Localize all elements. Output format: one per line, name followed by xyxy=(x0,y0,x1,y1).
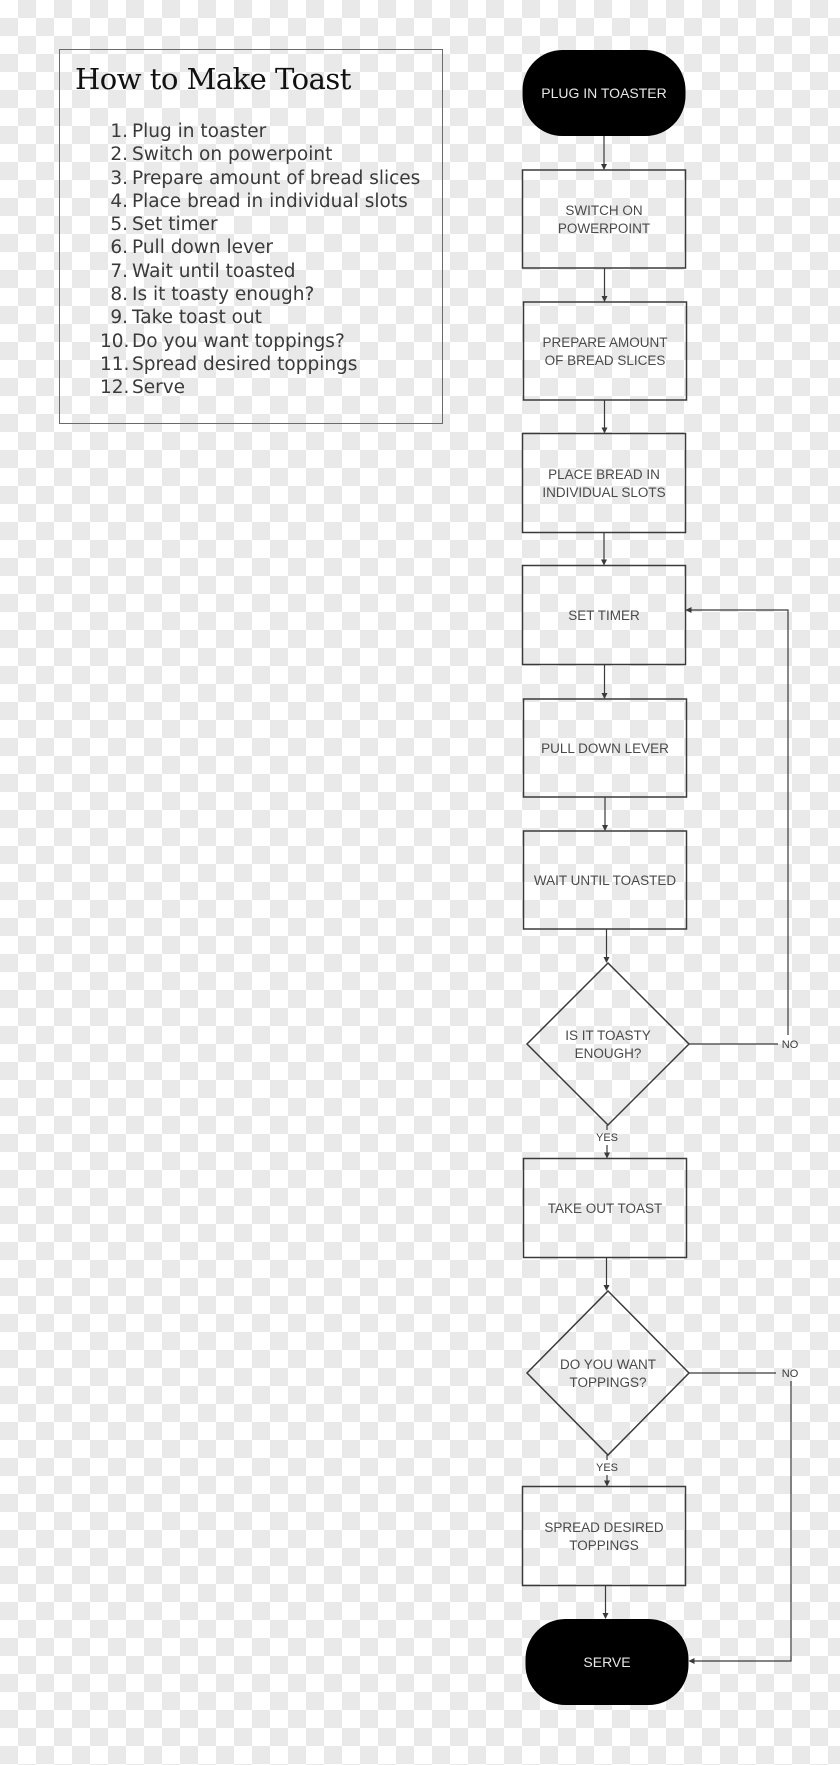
flow-node-label: ENOUGH? xyxy=(575,1046,642,1061)
flow-node-switch-on-powerpoint: SWITCH ON POWERPOINT xyxy=(521,169,687,269)
process-shape xyxy=(521,169,687,269)
flow-node-label: TOPPINGS xyxy=(569,1538,639,1553)
flow-node-set-timer: SET TIMER xyxy=(521,564,687,666)
flow-node-label: PULL DOWN LEVER xyxy=(541,741,669,756)
flow-node-label: SWITCH ON xyxy=(565,203,642,218)
flow-node-prepare-bread: PREPARE AMOUNT OF BREAD SLICES xyxy=(522,301,688,401)
process-shape xyxy=(522,301,688,401)
flow-node-serve: SERVE xyxy=(525,1619,689,1705)
flowchart: PLUG IN TOASTER SWITCH ON POWERPOINT PREPAR… xyxy=(521,50,799,1705)
edge-labels-layer: YES NO YES NO xyxy=(596,1039,799,1474)
flow-node-label: PLACE BREAD IN xyxy=(548,467,660,482)
edge-label-no: NO xyxy=(782,1368,799,1380)
flow-node-label: PREPARE AMOUNT xyxy=(542,335,667,350)
flow-node-label: TAKE OUT TOAST xyxy=(548,1201,663,1216)
flow-node-wait-until-toasted: WAIT UNTIL TOASTED xyxy=(522,830,688,930)
flow-node-label: SET TIMER xyxy=(568,608,640,623)
edge-loop-to-set-timer xyxy=(685,607,789,1035)
edge-label-yes: YES xyxy=(596,1462,618,1474)
flow-node-label: DO YOU WANT xyxy=(560,1357,656,1372)
flow-node-label: INDIVIDUAL SLOTS xyxy=(542,485,665,500)
flow-node-label: WAIT UNTIL TOASTED xyxy=(534,873,677,888)
flow-node-label: SERVE xyxy=(583,1654,630,1670)
decision-shape xyxy=(525,961,691,1127)
flow-node-label: TOPPINGS? xyxy=(569,1375,646,1390)
flow-node-spread-toppings: SPREAD DESIRED TOPPINGS xyxy=(521,1485,687,1587)
flow-node-label: POWERPOINT xyxy=(558,221,650,236)
flow-node-label: IS IT TOASTY xyxy=(565,1028,651,1043)
flow-node-plug-in-toaster: PLUG IN TOASTER xyxy=(522,50,686,136)
edge-skip-to-serve xyxy=(688,1381,792,1664)
flow-node-want-toppings: DO YOU WANT TOPPINGS? xyxy=(525,1289,691,1457)
flow-node-place-bread: PLACE BREAD IN INDIVIDUAL SLOTS xyxy=(521,432,687,534)
flow-node-pull-down-lever: PULL DOWN LEVER xyxy=(522,698,688,798)
edge-label-yes: YES xyxy=(596,1132,618,1144)
decision-shape xyxy=(525,1289,691,1457)
flow-node-label: SPREAD DESIRED xyxy=(544,1520,664,1535)
flow-node-take-out-toast: TAKE OUT TOAST xyxy=(522,1157,688,1259)
nodes-layer: PLUG IN TOASTER SWITCH ON POWERPOINT PREPAR… xyxy=(521,50,691,1705)
flow-node-is-it-toasty: IS IT TOASTY ENOUGH? xyxy=(525,961,691,1127)
flow-node-label: OF BREAD SLICES xyxy=(545,353,666,368)
flow-node-label: PLUG IN TOASTER xyxy=(541,85,667,101)
process-shape xyxy=(521,1485,687,1587)
edge-label-no: NO xyxy=(782,1039,799,1051)
process-shape xyxy=(521,432,687,534)
